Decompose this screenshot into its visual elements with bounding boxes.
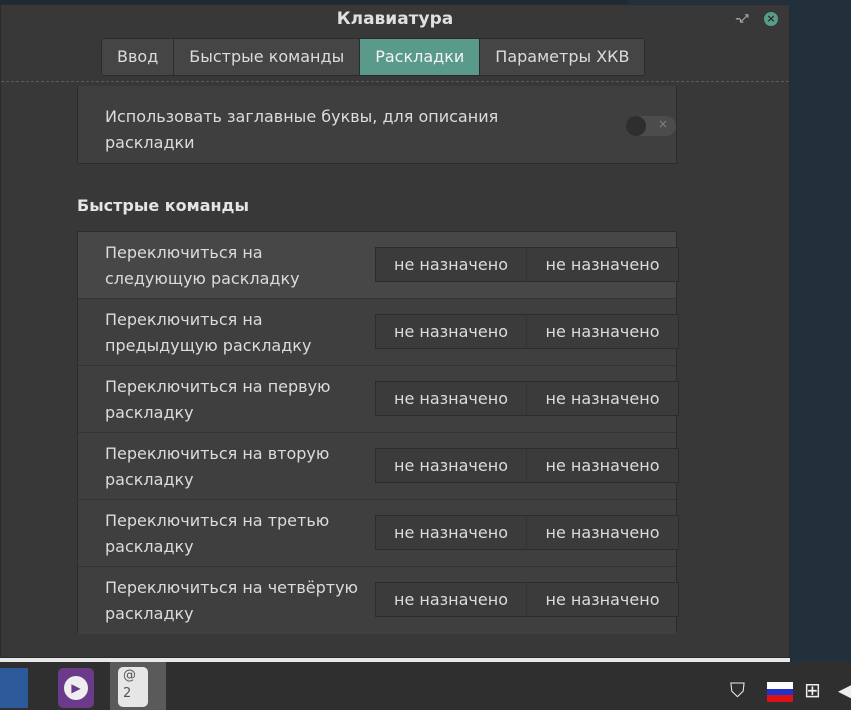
- keyboard-settings-window: Клавиатура – ⤢ × Ввод Быстрые команды Ра…: [0, 4, 790, 658]
- primary-accel-button[interactable]: не назначено: [376, 382, 527, 415]
- toggle-knob: [626, 116, 646, 136]
- primary-accel-button[interactable]: не назначено: [376, 449, 527, 482]
- secondary-accel-button[interactable]: не назначено: [527, 583, 678, 616]
- shortcut-label: Переключиться на вторую раскладку: [105, 444, 330, 489]
- shortcuts-list: Переключиться на следующую раскладку не …: [77, 231, 679, 634]
- workspace-label: @ 2: [118, 667, 148, 707]
- shortcut-label: Переключиться на первую раскладку: [105, 377, 331, 422]
- media-player-icon[interactable]: ▶: [58, 668, 94, 708]
- tab-xkb-options[interactable]: Параметры ХКВ: [480, 39, 645, 75]
- shortcut-row-prev[interactable]: Переключиться на предыдущую раскладку не…: [78, 299, 679, 366]
- primary-accel-button[interactable]: не назначено: [376, 315, 527, 348]
- secondary-accel-button[interactable]: не назначено: [527, 516, 678, 549]
- russian-flag-icon[interactable]: [767, 682, 793, 702]
- shortcut-label: Переключиться на предыдущую раскладку: [105, 310, 312, 355]
- tab-shortcuts[interactable]: Быстрые команды: [174, 39, 361, 75]
- volume-icon[interactable]: ◀: [838, 678, 851, 702]
- taskbar: ▶ @ 2 ⛉ ⊞ ◀: [0, 662, 851, 710]
- close-icon[interactable]: ×: [764, 12, 778, 26]
- shortcut-row-third[interactable]: Переключиться на третью раскладку не наз…: [78, 500, 679, 567]
- shortcut-row-next[interactable]: Переключиться на следующую раскладку не …: [78, 232, 679, 299]
- secondary-accel-button[interactable]: не назначено: [527, 315, 678, 348]
- primary-accel-button[interactable]: не назначено: [376, 583, 527, 616]
- primary-accel-button[interactable]: не назначено: [376, 248, 527, 281]
- shield-icon[interactable]: ⛉: [730, 678, 745, 702]
- off-icon: ×: [657, 117, 668, 131]
- shortcut-label: Переключиться на третью раскладку: [105, 511, 330, 556]
- capitals-option-row: Использовать заглавные буквы, для описан…: [77, 86, 677, 164]
- tab-bar: Ввод Быстрые команды Раскладки Параметры…: [101, 38, 646, 76]
- title-bar[interactable]: Клавиатура – ⤢ ×: [1, 5, 789, 37]
- capitals-option-label: Использовать заглавные буквы, для описан…: [105, 107, 499, 152]
- shortcut-row-fourth[interactable]: Переключиться на четвёртую раскладку не …: [78, 567, 679, 634]
- shortcut-row-second[interactable]: Переключиться на вторую раскладку не наз…: [78, 433, 679, 500]
- shortcut-row-first[interactable]: Переключиться на первую раскладку не наз…: [78, 366, 679, 433]
- primary-accel-button[interactable]: не назначено: [376, 516, 527, 549]
- network-icon[interactable]: ⊞: [804, 678, 821, 702]
- secondary-accel-button[interactable]: не назначено: [527, 248, 678, 281]
- play-icon: ▶: [64, 676, 88, 700]
- secondary-accel-button[interactable]: не назначено: [527, 382, 678, 415]
- tab-input[interactable]: Ввод: [102, 39, 175, 75]
- window-title: Клавиатура: [336, 9, 454, 29]
- maximize-icon[interactable]: ⤢: [737, 12, 751, 26]
- capitals-toggle[interactable]: ×: [626, 116, 676, 136]
- secondary-accel-button[interactable]: не назначено: [527, 449, 678, 482]
- shortcut-label: Переключиться на следующую раскладку: [105, 243, 300, 288]
- workspace-switcher[interactable]: @ 2: [110, 662, 166, 710]
- shortcuts-heading: Быстрые команды: [77, 196, 249, 215]
- tab-layouts[interactable]: Раскладки: [360, 39, 481, 75]
- cloud-app-icon[interactable]: [0, 668, 28, 708]
- shortcut-label: Переключиться на четвёртую раскладку: [105, 578, 358, 623]
- layouts-page[interactable]: Использовать заглавные буквы, для описан…: [1, 81, 789, 657]
